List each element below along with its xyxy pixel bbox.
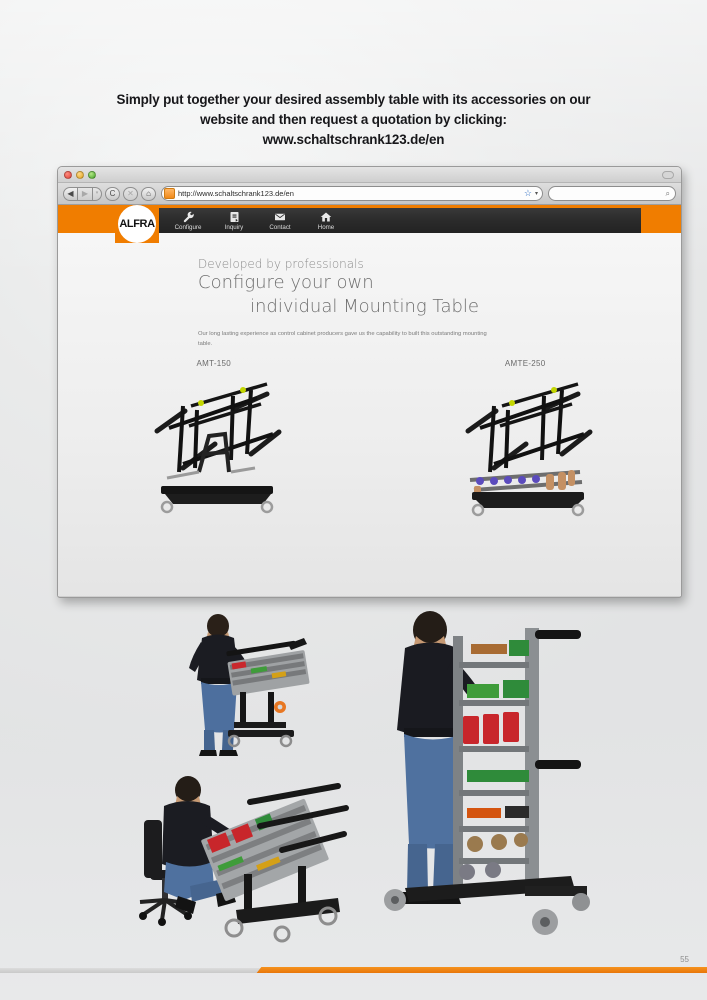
product-amt-150[interactable]: AMT-150 — [58, 359, 370, 526]
back-button[interactable]: ◀ — [63, 186, 78, 201]
navigation-button-group: ◀ ▶ ▾ — [63, 186, 102, 201]
hero-paragraph: Our long lasting experience as control c… — [198, 330, 487, 347]
bookmark-star-icon[interactable]: ☆ — [524, 188, 532, 199]
intro-line-1: Simply put together your desired assembl… — [116, 92, 591, 107]
product-amte-250-label: AMTE-250 — [504, 358, 546, 368]
site-navigation-bar: ALFRA Configure Inquiry Contact Home — [58, 205, 681, 243]
product-amte-250-image — [370, 376, 682, 526]
wrench-icon — [183, 210, 194, 223]
nav-item-home-label: Home — [317, 224, 335, 231]
reload-button[interactable]: C — [105, 186, 120, 201]
titlebar-right-control[interactable] — [662, 171, 674, 179]
nav-orange-right-block — [641, 205, 681, 233]
hero-section: Developed by professionals Configure you… — [58, 233, 681, 596]
nav-item-inquiry[interactable]: Inquiry — [211, 210, 257, 233]
photo-technician-standing-at-table — [168, 608, 318, 768]
nav-item-configure[interactable]: Configure — [165, 210, 211, 233]
website-viewport: ALFRA Configure Inquiry Contact Home Dev… — [58, 205, 681, 596]
browser-toolbar: ◀ ▶ ▾ C ✕ ⌂ http://www.schaltschrank123.… — [58, 183, 681, 205]
home-button[interactable]: ⌂ — [141, 186, 156, 201]
hero-eyebrow: Developed by professionals — [198, 257, 364, 271]
forward-button[interactable]: ▶ — [78, 186, 93, 201]
hero-headline-line1: Configure your own — [198, 272, 374, 293]
photo-technician-seated-at-table — [132, 762, 352, 952]
nav-item-home[interactable]: Home — [303, 210, 349, 233]
house-icon — [320, 210, 332, 223]
window-controls — [64, 171, 96, 179]
footer-gray-bar — [0, 968, 270, 973]
url-input[interactable]: http://www.schaltschrank123.de/en — [178, 189, 521, 198]
nav-item-contact[interactable]: Contact — [257, 210, 303, 233]
product-showcase: AMT-150 AMTE-250 — [58, 359, 681, 526]
url-bar[interactable]: http://www.schaltschrank123.de/en ☆ ▾ — [161, 186, 543, 201]
intro-line-2: website and then request a quotation by … — [200, 112, 507, 127]
page-footer: 55 — [0, 955, 707, 1000]
document-arrow-icon — [229, 210, 240, 223]
photo-technician-at-vertical-rack — [375, 600, 600, 950]
product-amt-150-label: AMT-150 — [196, 358, 232, 368]
product-amte-250[interactable]: AMTE-250 — [370, 359, 682, 526]
alfra-logo[interactable]: ALFRA — [115, 205, 159, 243]
site-nav-items: Configure Inquiry Contact Home — [165, 205, 349, 233]
bookmark-caret-icon[interactable]: ▾ — [535, 190, 538, 197]
nav-item-inquiry-label: Inquiry — [224, 224, 244, 231]
hero-headline-line2: individual Mounting Table — [250, 296, 479, 318]
close-button[interactable] — [64, 171, 72, 179]
intro-website-url: www.schaltschrank123.de/en — [262, 132, 445, 147]
stop-button[interactable]: ✕ — [123, 186, 138, 201]
nav-orange-left-block — [58, 205, 115, 233]
search-icon: ⌕ — [665, 188, 670, 198]
intro-headline: Simply put together your desired assembl… — [50, 90, 657, 150]
history-dropdown-button[interactable]: ▾ — [93, 186, 102, 201]
footer-orange-bar — [267, 967, 707, 973]
envelope-icon — [274, 210, 286, 223]
logo-text: ALFRA — [119, 218, 155, 230]
search-input[interactable]: ⌕ — [548, 186, 676, 201]
logo-circle: ALFRA — [118, 205, 156, 243]
browser-window: ◀ ▶ ▾ C ✕ ⌂ http://www.schaltschrank123.… — [57, 166, 682, 598]
browser-titlebar — [58, 167, 681, 183]
zoom-button[interactable] — [88, 171, 96, 179]
product-amt-150-image — [58, 376, 370, 526]
photo-gallery — [0, 600, 707, 960]
page-number: 55 — [680, 955, 689, 964]
minimize-button[interactable] — [76, 171, 84, 179]
site-favicon-icon — [164, 188, 175, 199]
nav-item-contact-label: Contact — [269, 224, 291, 231]
nav-item-configure-label: Configure — [174, 224, 202, 231]
